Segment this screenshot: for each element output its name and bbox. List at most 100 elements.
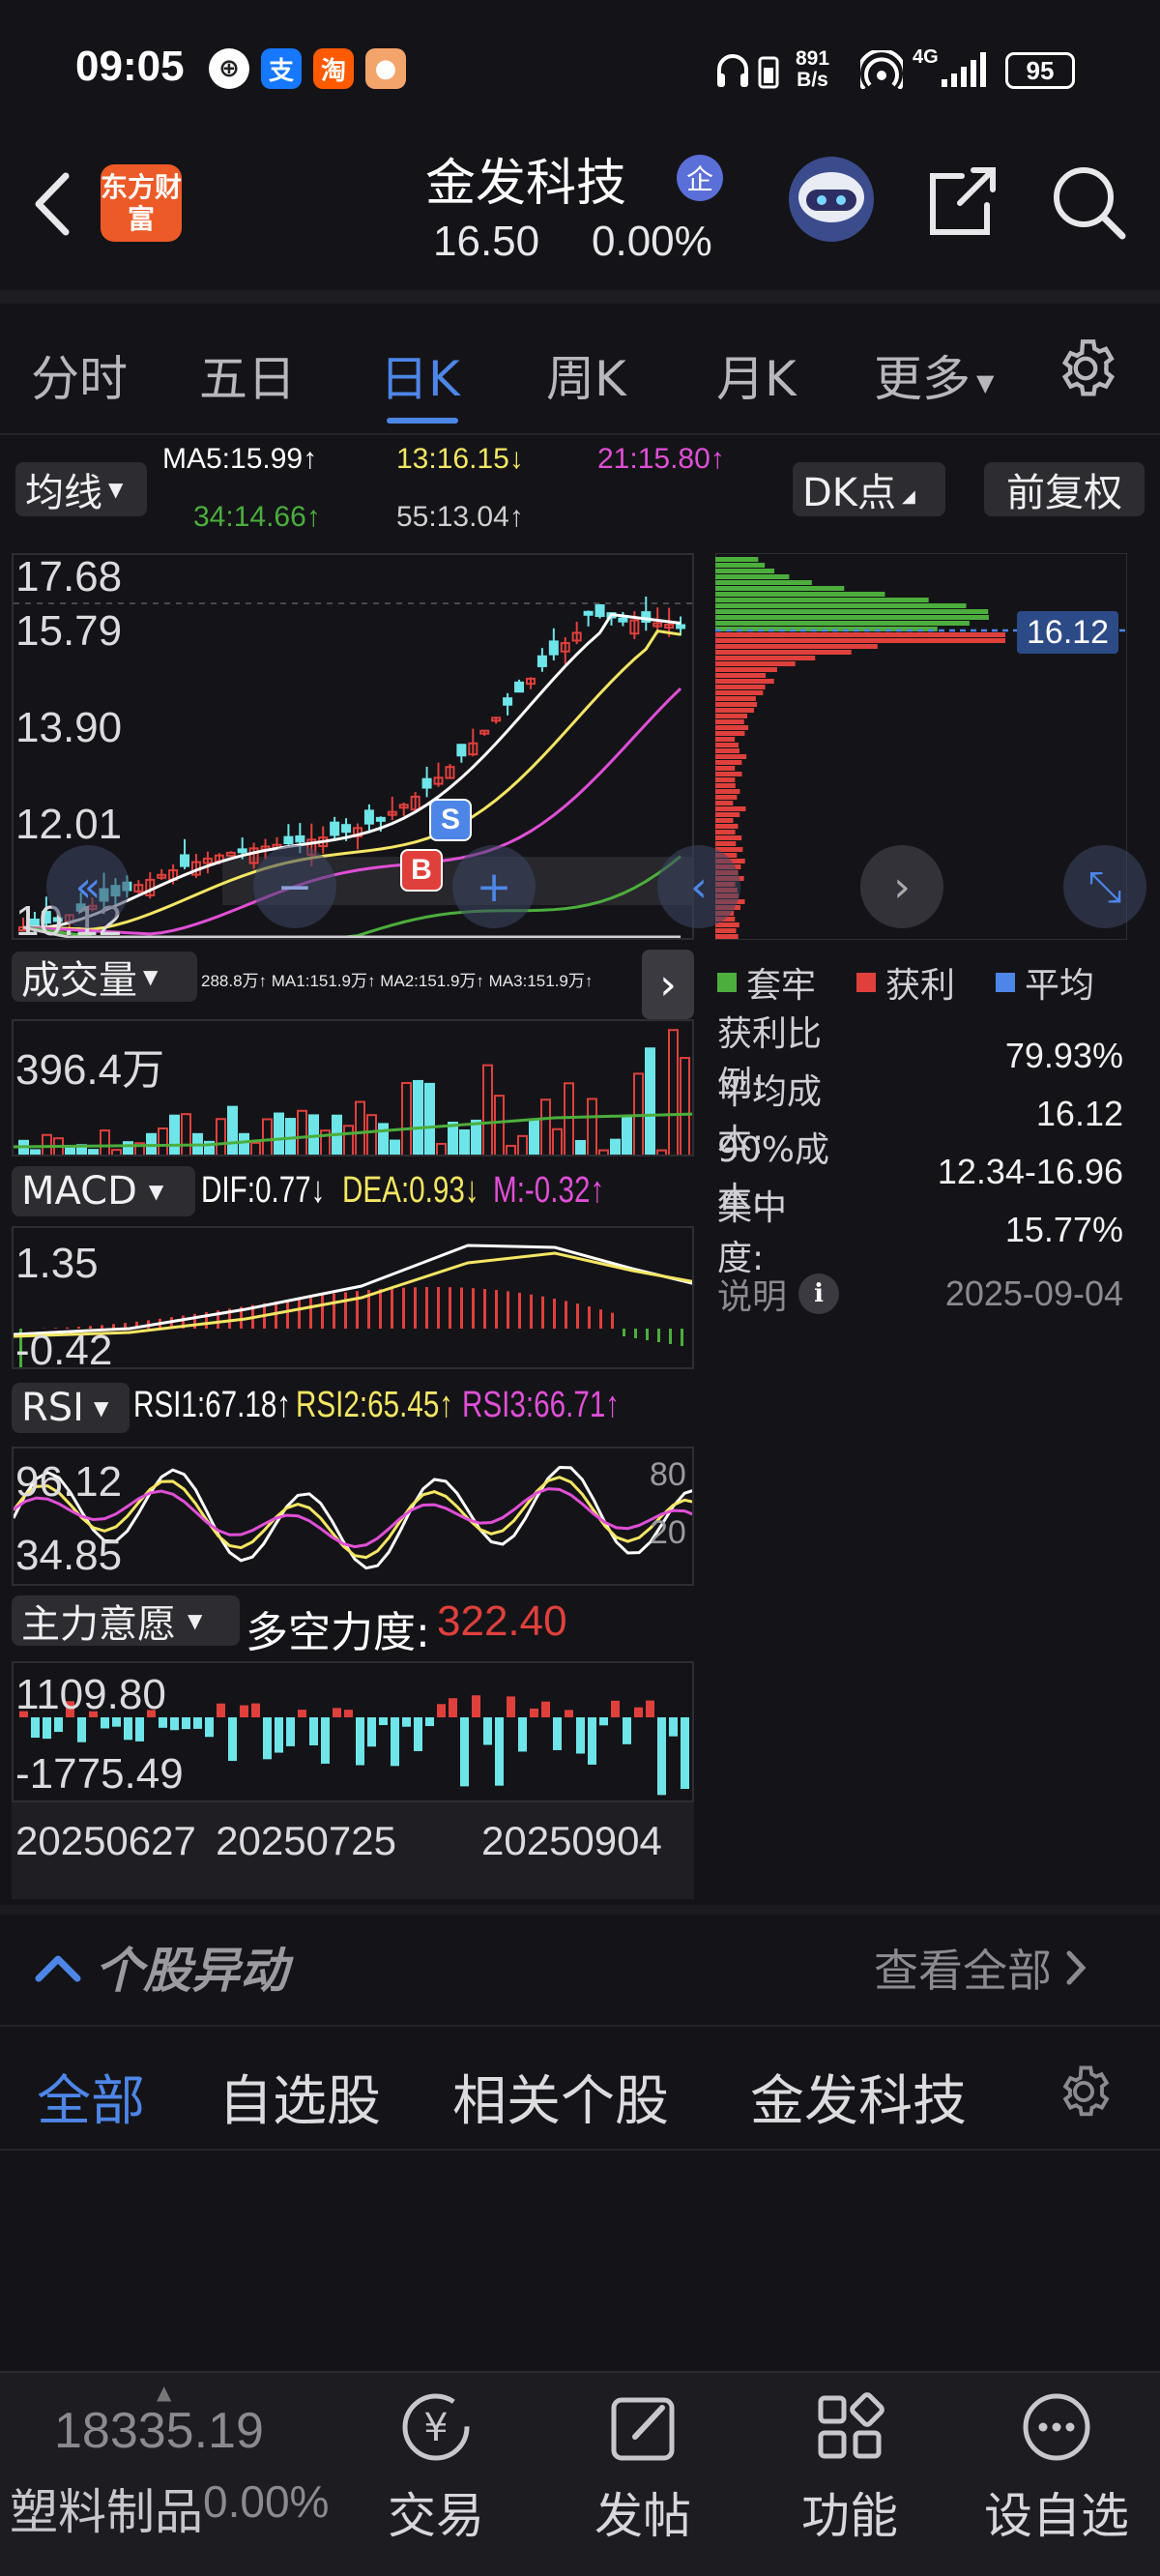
movers-header[interactable]: 个股异动 xyxy=(33,1932,288,2002)
chip-legend: 套牢 获利 平均 xyxy=(717,957,1094,1008)
volume-bar xyxy=(598,1149,609,1155)
robot-assistant-icon[interactable] xyxy=(783,155,880,244)
zoom-in-icon[interactable]: + xyxy=(452,845,536,928)
chevron-down-icon: ▼ xyxy=(108,478,124,501)
tab-five-day[interactable]: 五日 xyxy=(199,340,296,410)
macd-bar xyxy=(657,1329,660,1342)
volume-selector-label: 成交量 xyxy=(21,958,137,1003)
macd-selector[interactable]: MACD ▼ xyxy=(12,1166,195,1216)
chevron-up-small-icon: ▲ xyxy=(157,2381,172,2404)
macd-bar xyxy=(541,1296,544,1329)
filter-tab-watchlist[interactable]: 自选股 xyxy=(218,2058,381,2136)
search-icon[interactable] xyxy=(1049,162,1130,244)
add-watchlist-button[interactable]: 设自选 xyxy=(984,2386,1129,2547)
adjust-mode-button[interactable]: 前复权 xyxy=(984,462,1145,516)
status-bar: 09:05 ⊕ 支 淘 ● 891 B/s 4G 95 xyxy=(0,0,1160,140)
chip-stats: 获利比例: 79.93% 平均成本: 16.12 90%成本: 12.34-16… xyxy=(717,1014,1123,1278)
trade-button[interactable]: ¥ 交易 xyxy=(363,2386,508,2547)
main-force-bar xyxy=(193,1717,202,1729)
main-force-bar xyxy=(402,1717,411,1727)
volume-bar xyxy=(390,1139,400,1155)
divider xyxy=(0,290,1160,304)
rsi-selector[interactable]: RSI ▼ xyxy=(12,1383,130,1433)
ma-selector[interactable]: 均线 ▼ xyxy=(15,462,147,516)
note-label: 说明 xyxy=(717,1277,788,1317)
dk-point-button[interactable]: DK点 ◢ xyxy=(793,462,945,516)
rsi1-value: RSI1:67.18↑ xyxy=(133,1385,292,1425)
movers-title: 个股异动 xyxy=(95,1943,288,1999)
signal-bars-icon xyxy=(942,52,986,87)
avg-legend-swatch xyxy=(996,973,1016,992)
filter-tab-related[interactable]: 相关个股 xyxy=(452,2058,669,2136)
volume-bar xyxy=(181,1113,191,1155)
scroll-left-icon[interactable]: ‹ xyxy=(657,845,740,928)
stock-price: 16.50 xyxy=(433,218,540,265)
main-force-bar xyxy=(530,1708,538,1717)
candle xyxy=(594,603,605,618)
price-axis-1: 17.68 xyxy=(15,553,123,600)
chip-bar xyxy=(715,603,967,608)
filter-tab-all[interactable]: 全部 xyxy=(37,2058,145,2136)
chip-bar xyxy=(715,719,744,724)
active-tab-underline xyxy=(387,418,458,424)
edit-post-icon xyxy=(611,2397,675,2461)
rsi-selector-label: RSI xyxy=(21,1386,84,1430)
functions-button[interactable]: 功能 xyxy=(777,2386,922,2547)
filter-tab-stock[interactable]: 金发科技 xyxy=(750,2058,967,2136)
candle xyxy=(375,816,386,822)
scroll-left-fast-icon[interactable]: « xyxy=(46,845,130,928)
scroll-right-icon[interactable]: › xyxy=(860,845,943,928)
volume-bar xyxy=(506,1145,516,1155)
volume-selector[interactable]: 成交量 ▼ xyxy=(12,951,197,1003)
filter-settings-gear-icon[interactable] xyxy=(1054,2062,1114,2122)
chevron-down-icon: ▼ xyxy=(188,1609,203,1632)
share-icon[interactable] xyxy=(923,162,1000,240)
volume-bar xyxy=(239,1132,249,1155)
expand-panel-arrow-icon[interactable]: › xyxy=(642,950,694,1019)
candle xyxy=(363,809,374,825)
chip-bar xyxy=(715,801,734,805)
view-all-link[interactable]: 查看全部 xyxy=(874,1936,1090,2000)
trade-label: 交易 xyxy=(388,2488,484,2544)
settings-gear-icon[interactable] xyxy=(1052,335,1119,402)
tab-weekly-k[interactable]: 周K xyxy=(546,340,626,410)
tab-monthly-k[interactable]: 月K xyxy=(716,340,797,410)
post-button[interactable]: 发帖 xyxy=(570,2386,715,2547)
sector-name: 塑料制品 xyxy=(10,2484,203,2540)
back-arrow-icon[interactable] xyxy=(27,170,75,238)
chip-bar xyxy=(715,574,790,579)
macd-bar xyxy=(391,1288,393,1329)
index-ticker[interactable]: ▲ 18335.19 塑料制品 0.00% xyxy=(0,2381,338,2564)
info-icon: i xyxy=(798,1273,840,1314)
chip-bar xyxy=(715,650,852,655)
note-button[interactable]: 说明 i xyxy=(717,1269,840,1319)
chip-bar xyxy=(715,656,816,660)
volume-bar xyxy=(471,1119,481,1155)
fullscreen-icon[interactable]: ⤡ xyxy=(1063,845,1146,928)
macd-m: M:-0.32↑ xyxy=(493,1170,605,1211)
dk-point-label: DK点 xyxy=(802,471,897,515)
main-force-selector-label: 主力意愿 xyxy=(21,1602,176,1647)
date-label-2: 20250725 xyxy=(216,1818,396,1863)
candle xyxy=(514,681,525,693)
main-force-selector[interactable]: 主力意愿 ▼ xyxy=(12,1595,240,1647)
macd-bar xyxy=(646,1329,649,1340)
main-force-bar xyxy=(669,1717,678,1737)
main-force-bar xyxy=(286,1717,295,1746)
tab-daily-k[interactable]: 日K xyxy=(380,340,460,410)
macd-bar xyxy=(437,1286,440,1329)
eastmoney-logo[interactable]: 东方财富 xyxy=(101,164,182,242)
note-date: 2025-09-04 xyxy=(944,1273,1123,1313)
tab-more[interactable]: 更多 ▼ xyxy=(874,340,994,410)
sell-marker[interactable]: S xyxy=(429,799,472,841)
macd-bar xyxy=(553,1298,556,1329)
macd-bar xyxy=(449,1287,451,1329)
tab-intraday[interactable]: 分时 xyxy=(31,340,128,410)
zoom-out-icon[interactable]: − xyxy=(253,845,336,928)
candle xyxy=(676,624,686,629)
chip-bar xyxy=(715,824,739,829)
buy-marker[interactable]: B xyxy=(400,849,443,892)
app-notification-icon: ⊕ xyxy=(209,48,249,89)
main-force-bar xyxy=(565,1710,573,1717)
profit-legend-label: 获利 xyxy=(885,966,956,1006)
